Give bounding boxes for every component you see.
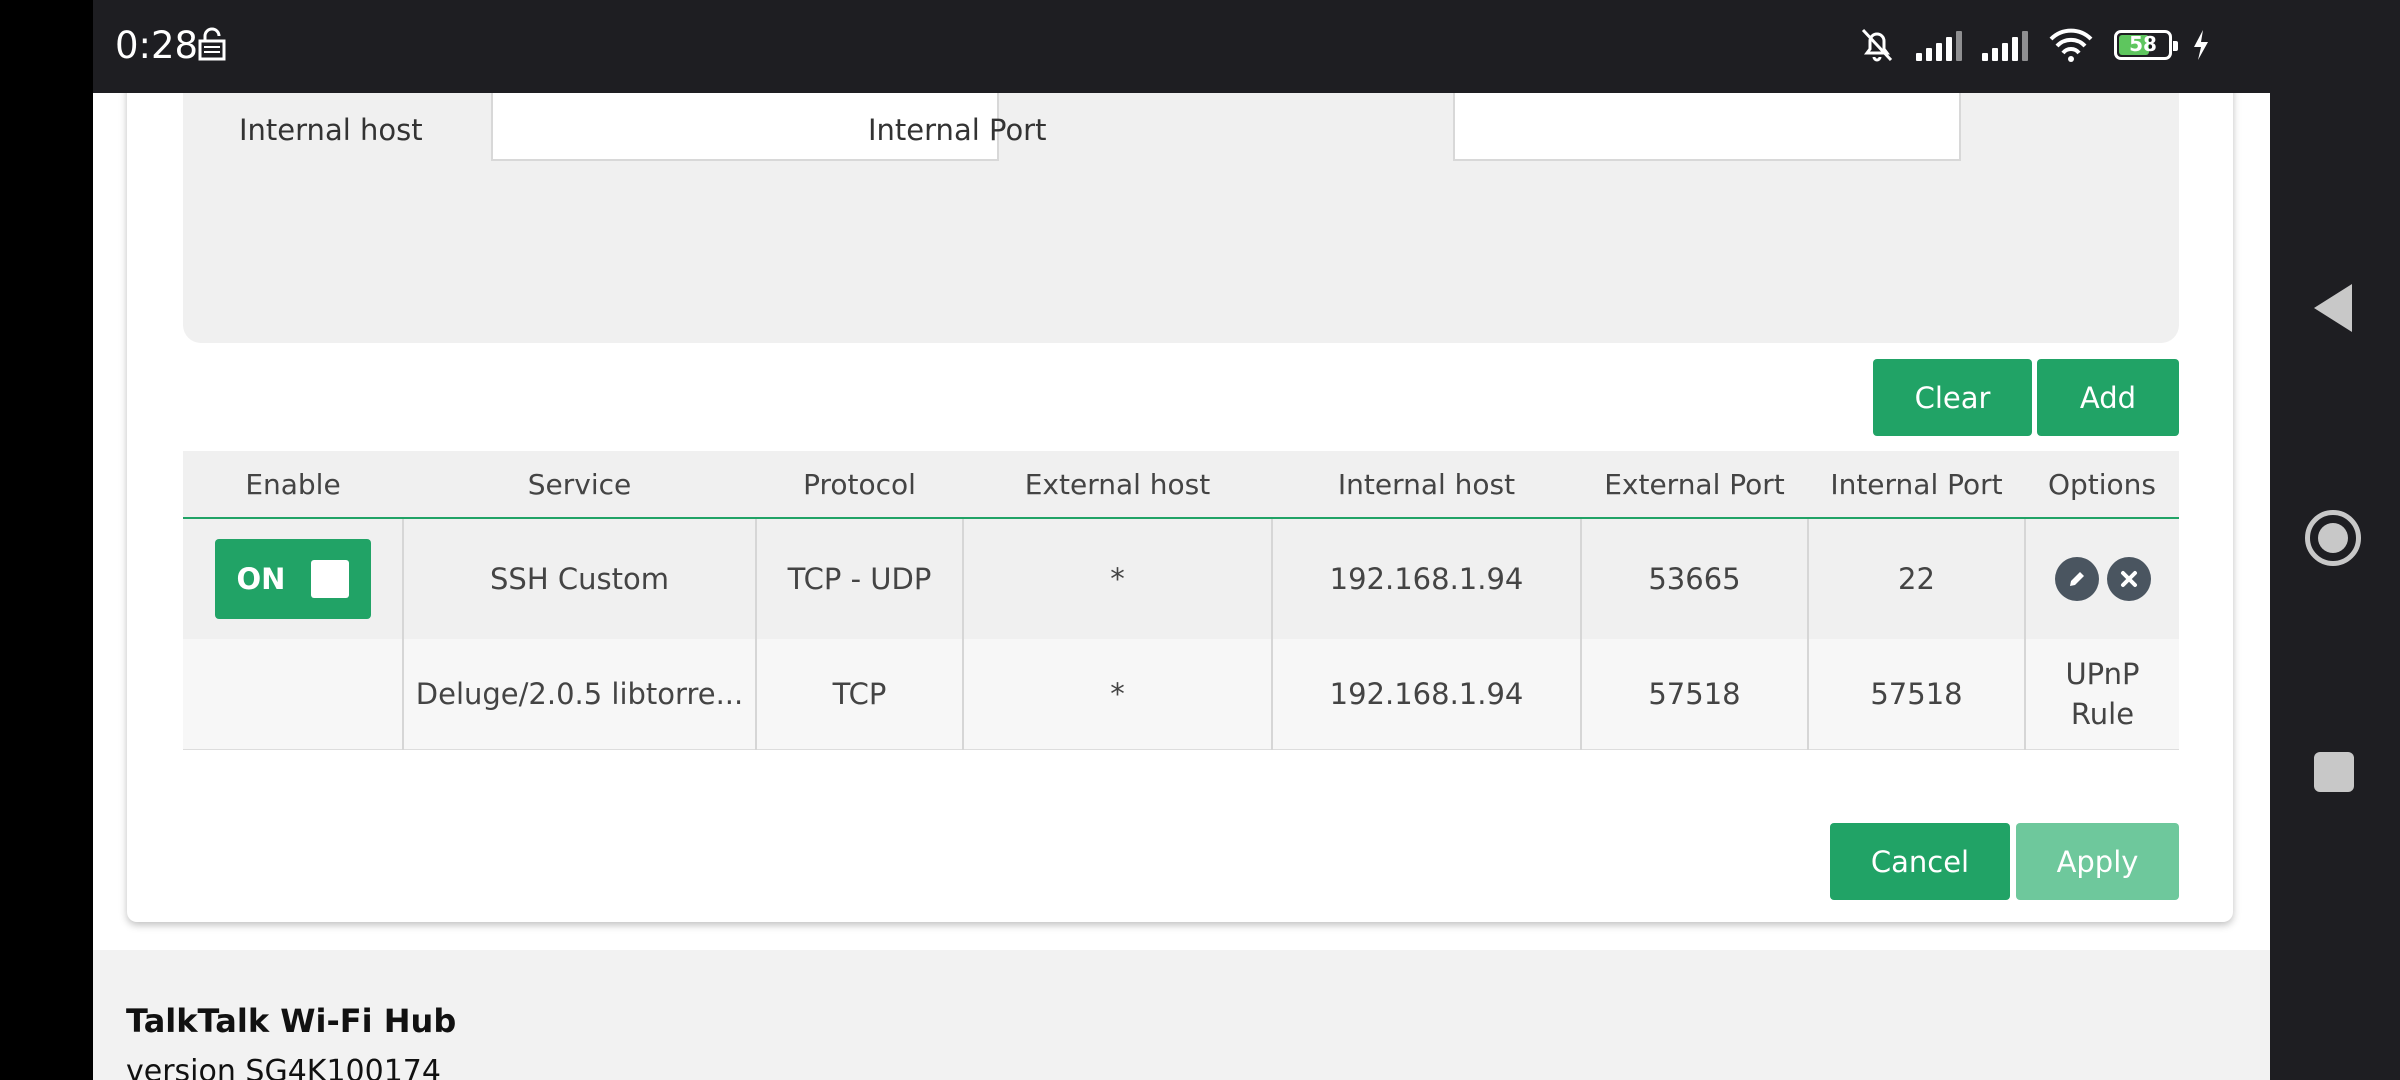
header-enable: Enable	[183, 451, 403, 519]
battery-icon: 58	[2114, 30, 2178, 60]
external-host-cell: *	[962, 518, 1272, 639]
internal-port-input[interactable]	[1453, 93, 1961, 161]
recent-apps-icon[interactable]	[2314, 752, 2354, 792]
footer-title: TalkTalk Wi-Fi Hub	[126, 1002, 457, 1040]
status-time: 0:28	[115, 24, 199, 67]
enable-cell: ON	[183, 518, 403, 639]
charging-icon	[2194, 30, 2208, 60]
vpn-lock-icon	[198, 27, 226, 61]
clear-button[interactable]: Clear	[1873, 359, 2032, 436]
header-internal-host: Internal host	[1272, 451, 1581, 519]
footer-version: version SG4K100174	[126, 1054, 441, 1080]
edit-icon[interactable]	[2054, 557, 2099, 601]
service-cell: SSH Custom	[402, 518, 756, 639]
table-header-row: Enable Service Protocol External host In…	[183, 451, 2179, 519]
table-row: Deluge/2.0.5 libtorre... TCP * 192.168.1…	[183, 639, 2179, 750]
page-footer: TalkTalk Wi-Fi Hub version SG4K100174	[93, 950, 2270, 1080]
protocol-cell: TCP - UDP	[755, 518, 963, 639]
enable-toggle[interactable]: ON	[214, 539, 371, 619]
header-options: Options	[2025, 451, 2179, 519]
table-row: ON SSH Custom TCP - UDP * 192.168.1.94 5…	[183, 518, 2179, 639]
status-icons: 58	[1858, 26, 2210, 64]
internal-host-label: Internal host	[239, 113, 423, 147]
external-port-cell: 57518	[1580, 639, 1808, 750]
status-bar: 0:28 58	[93, 0, 2270, 93]
router-page: Internal host Internal Port Clear Add En…	[93, 93, 2270, 1080]
enable-cell	[183, 639, 403, 750]
wifi-icon	[2049, 28, 2093, 62]
toggle-label: ON	[236, 562, 286, 596]
battery-percent: 58	[2129, 32, 2157, 56]
header-protocol: Protocol	[756, 451, 963, 519]
options-cell	[2024, 518, 2179, 639]
delete-icon[interactable]	[2106, 557, 2151, 601]
service-cell: Deluge/2.0.5 libtorre...	[402, 639, 756, 750]
navigation-bar	[2270, 0, 2400, 1080]
port-forwarding-card: Internal host Internal Port Clear Add En…	[127, 93, 2233, 922]
external-port-cell: 53665	[1580, 518, 1808, 639]
back-icon[interactable]	[2314, 284, 2352, 332]
mute-bell-icon	[1861, 28, 1893, 62]
home-icon[interactable]	[2305, 510, 2361, 566]
internal-host-cell: 192.168.1.94	[1271, 518, 1581, 639]
header-service: Service	[403, 451, 756, 519]
rule-label: Rule	[2070, 697, 2135, 731]
toggle-knob	[310, 560, 349, 598]
apply-button[interactable]: Apply	[2016, 823, 2179, 900]
header-external-host: External host	[963, 451, 1272, 519]
internal-port-label: Internal Port	[868, 113, 1047, 147]
cancel-button[interactable]: Cancel	[1830, 823, 2010, 900]
external-host-cell: *	[962, 639, 1272, 750]
internal-host-cell: 192.168.1.94	[1271, 639, 1581, 750]
options-cell: UPnP Rule	[2024, 639, 2179, 750]
protocol-cell: TCP	[755, 639, 963, 750]
header-external-port: External Port	[1581, 451, 1808, 519]
signal-icon-1	[1916, 29, 1962, 61]
add-button[interactable]: Add	[2037, 359, 2179, 436]
internal-port-cell: 57518	[1807, 639, 2025, 750]
port-rules-table: Enable Service Protocol External host In…	[183, 451, 2179, 750]
rule-form-panel: Internal host Internal Port	[183, 93, 2179, 343]
internal-port-cell: 22	[1807, 518, 2025, 639]
signal-icon-2	[1982, 29, 2028, 61]
header-internal-port: Internal Port	[1808, 451, 2025, 519]
upnp-label: UPnP	[2065, 657, 2140, 691]
